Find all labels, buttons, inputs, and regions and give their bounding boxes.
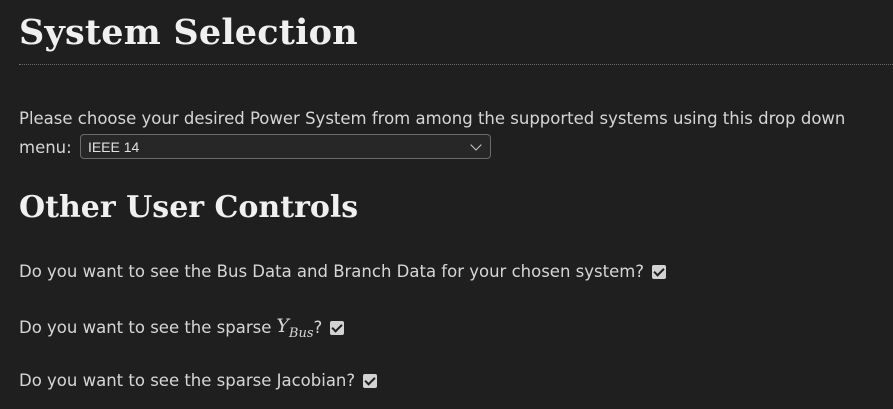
ybus-main: Y xyxy=(276,315,289,337)
sparse-ybus-checkbox[interactable] xyxy=(330,320,345,335)
system-selection-heading: System Selection xyxy=(19,12,358,53)
control-label: Do you want to see the sparse Jacobian? xyxy=(19,371,356,390)
control-bus-branch-data: Do you want to see the Bus Data and Bran… xyxy=(19,262,667,281)
control-sparse-jacobian: Do you want to see the sparse Jacobian? xyxy=(19,371,378,390)
control-label: Do you want to see the Bus Data and Bran… xyxy=(19,262,645,281)
ybus-sub: Bus xyxy=(288,325,314,341)
ybus-math: YBus xyxy=(276,315,313,341)
system-selection-intro: Please choose your desired Power System … xyxy=(19,104,879,162)
bus-branch-data-checkbox[interactable] xyxy=(652,264,667,279)
dropdown-selected-value: IEEE 14 xyxy=(87,139,140,155)
power-system-dropdown[interactable]: IEEE 14 xyxy=(79,134,491,159)
sparse-jacobian-checkbox[interactable] xyxy=(363,373,378,388)
control-label: Do you want to see the sparse xyxy=(19,318,272,338)
chevron-down-icon xyxy=(470,139,482,151)
heading-divider xyxy=(19,64,893,65)
other-user-controls-heading: Other User Controls xyxy=(19,190,359,225)
control-label-suffix: ? xyxy=(313,318,323,338)
control-sparse-ybus: Do you want to see the sparse YBus? xyxy=(19,315,345,341)
